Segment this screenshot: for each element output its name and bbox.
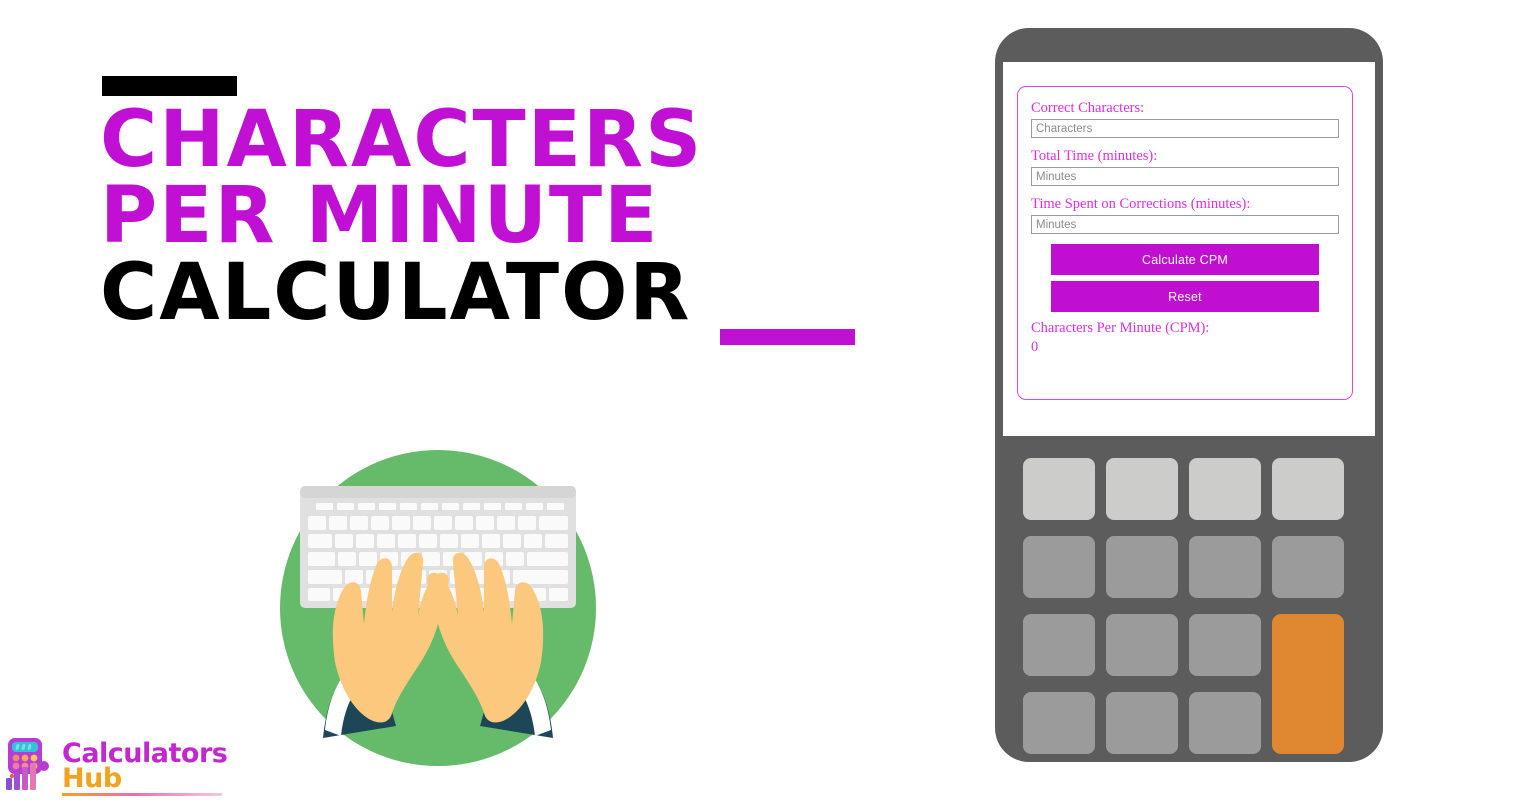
- title-line-2: PER MINUTE: [100, 171, 660, 262]
- calculator-screen: Correct Characters: Total Time (minutes)…: [1003, 62, 1375, 436]
- calculator-bar-chart-logo-icon: [4, 736, 56, 792]
- calculators-hub-logo[interactable]: Calculators Hub: [4, 736, 228, 796]
- correct-characters-input[interactable]: [1031, 119, 1339, 139]
- keypad-key-r2c1[interactable]: [1023, 536, 1095, 598]
- cpm-result-value: 0: [1031, 338, 1039, 355]
- total-time-input[interactable]: [1031, 167, 1339, 187]
- keypad-key-r1c3[interactable]: [1189, 458, 1261, 520]
- title-line-3: CALCULATOR: [100, 247, 692, 338]
- keypad-key-r4c2[interactable]: [1106, 692, 1178, 754]
- title-bottom-rule: [720, 329, 855, 346]
- logo-wordmark: Calculators Hub: [62, 736, 228, 796]
- keypad-key-r4c3[interactable]: [1189, 692, 1261, 754]
- reset-button[interactable]: Reset: [1051, 281, 1319, 313]
- page-title: CHARACTERS PER MINUTE CALCULATOR: [100, 95, 920, 338]
- keypad-key-r3c3[interactable]: [1189, 614, 1261, 676]
- title-top-rule: [102, 76, 237, 96]
- total-time-label: Total Time (minutes):: [1031, 148, 1158, 165]
- keypad-key-r1c2[interactable]: [1106, 458, 1178, 520]
- title-block: CHARACTERS PER MINUTE CALCULATOR: [100, 60, 920, 346]
- keypad-key-r4c1[interactable]: [1023, 692, 1095, 754]
- logo-line-hub: Hub: [62, 763, 122, 794]
- keypad-key-r2c2[interactable]: [1106, 536, 1178, 598]
- correct-characters-label: Correct Characters:: [1031, 100, 1145, 116]
- keypad-key-r3c1[interactable]: [1023, 614, 1095, 676]
- keypad-key-r1c1[interactable]: [1023, 458, 1095, 520]
- corrections-time-label: Time Spent on Corrections (minutes):: [1031, 196, 1251, 213]
- hands-typing-on-keyboard-illustration: [278, 448, 598, 768]
- cpm-result-label: Characters Per Minute (CPM):: [1031, 320, 1210, 337]
- calculator-device: Correct Characters: Total Time (minutes)…: [995, 28, 1383, 762]
- cpm-calculator-form: Correct Characters: Total Time (minutes)…: [1017, 86, 1353, 400]
- calculate-cpm-button[interactable]: Calculate CPM: [1051, 244, 1319, 276]
- keypad-key-r2c4[interactable]: [1272, 536, 1344, 598]
- keypad-key-r2c3[interactable]: [1189, 536, 1261, 598]
- poster-canvas: CHARACTERS PER MINUTE CALCULATOR Calcula…: [0, 0, 1520, 800]
- corrections-time-input[interactable]: [1031, 215, 1339, 235]
- keypad-key-r3c2[interactable]: [1106, 614, 1178, 676]
- calculator-keypad: [1023, 458, 1355, 754]
- title-line-1: CHARACTERS: [100, 95, 704, 185]
- keypad-key-equals[interactable]: [1272, 614, 1344, 754]
- keypad-key-r1c4[interactable]: [1272, 458, 1344, 520]
